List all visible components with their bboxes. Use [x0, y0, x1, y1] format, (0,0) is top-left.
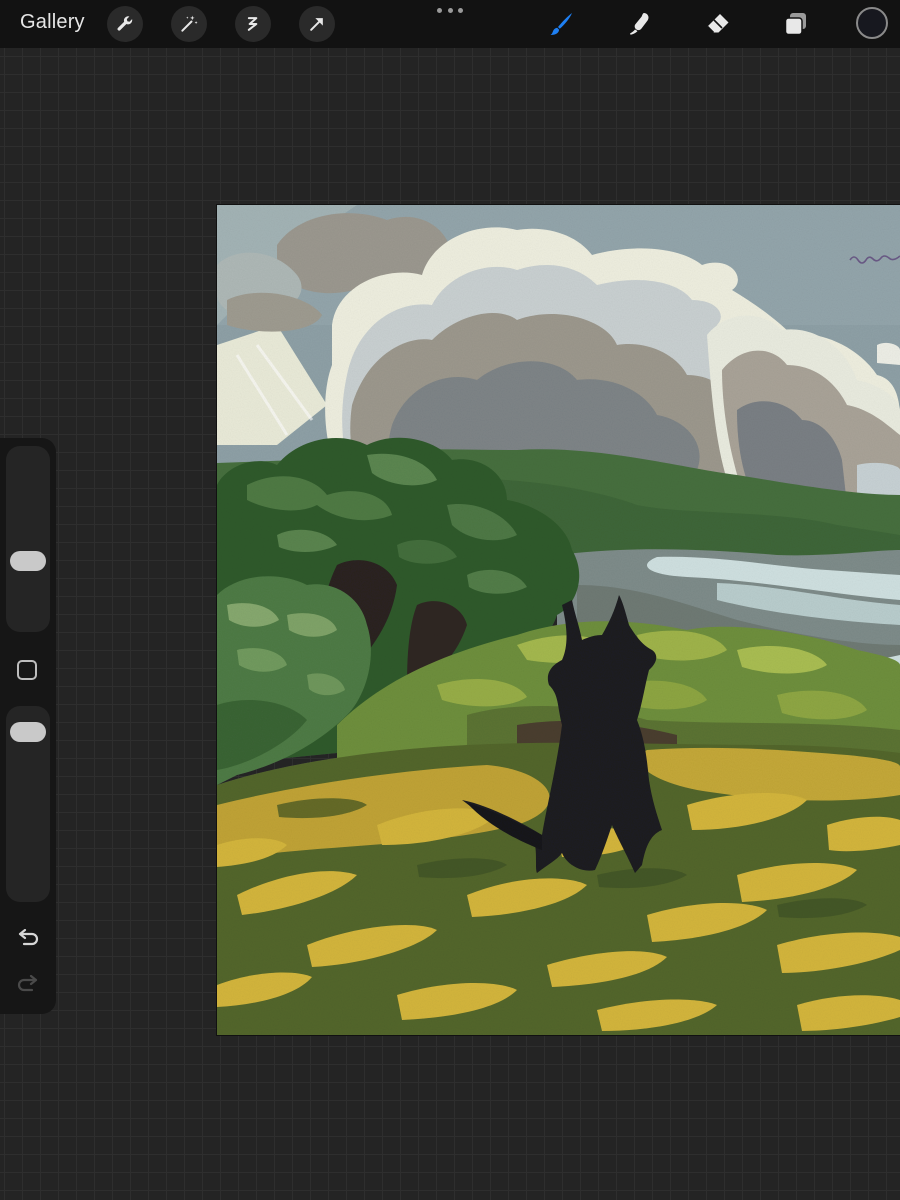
undo-icon: [18, 929, 39, 946]
selection-button[interactable]: [235, 6, 271, 42]
layers-icon: [784, 13, 806, 36]
artwork-canvas[interactable]: [217, 205, 900, 1035]
redo-button[interactable]: [15, 974, 41, 996]
color-picker-button[interactable]: [856, 7, 888, 39]
procreate-app: Gallery: [0, 0, 900, 1200]
brush-size-slider[interactable]: [6, 446, 50, 632]
top-toolbar: Gallery: [0, 0, 900, 48]
gallery-button[interactable]: Gallery: [20, 11, 85, 34]
selection-icon: [247, 17, 258, 31]
wrench-icon: [117, 16, 133, 31]
actions-button[interactable]: [107, 6, 143, 42]
layers-button[interactable]: [780, 8, 812, 40]
transform-arrow-icon: [310, 18, 323, 31]
smudge-tool-button[interactable]: [624, 8, 656, 40]
redo-icon: [17, 975, 38, 992]
adjustments-button[interactable]: [171, 6, 207, 42]
left-sidebar: [0, 438, 56, 1014]
brush-icon: [550, 13, 572, 35]
opacity-thumb[interactable]: [10, 721, 46, 742]
more-options-icon[interactable]: [437, 4, 463, 16]
smudge-icon: [630, 13, 649, 35]
brush-size-thumb[interactable]: [10, 551, 46, 572]
eraser-tool-button[interactable]: [702, 8, 734, 40]
magic-wand-icon: [181, 15, 198, 32]
opacity-slider[interactable]: [6, 706, 50, 902]
painting-wolf-landscape: [217, 205, 900, 1035]
eraser-icon: [706, 14, 729, 34]
modify-button[interactable]: [17, 660, 37, 680]
transform-button[interactable]: [299, 6, 335, 42]
undo-button[interactable]: [15, 928, 41, 950]
brush-tool-button[interactable]: [545, 8, 577, 40]
